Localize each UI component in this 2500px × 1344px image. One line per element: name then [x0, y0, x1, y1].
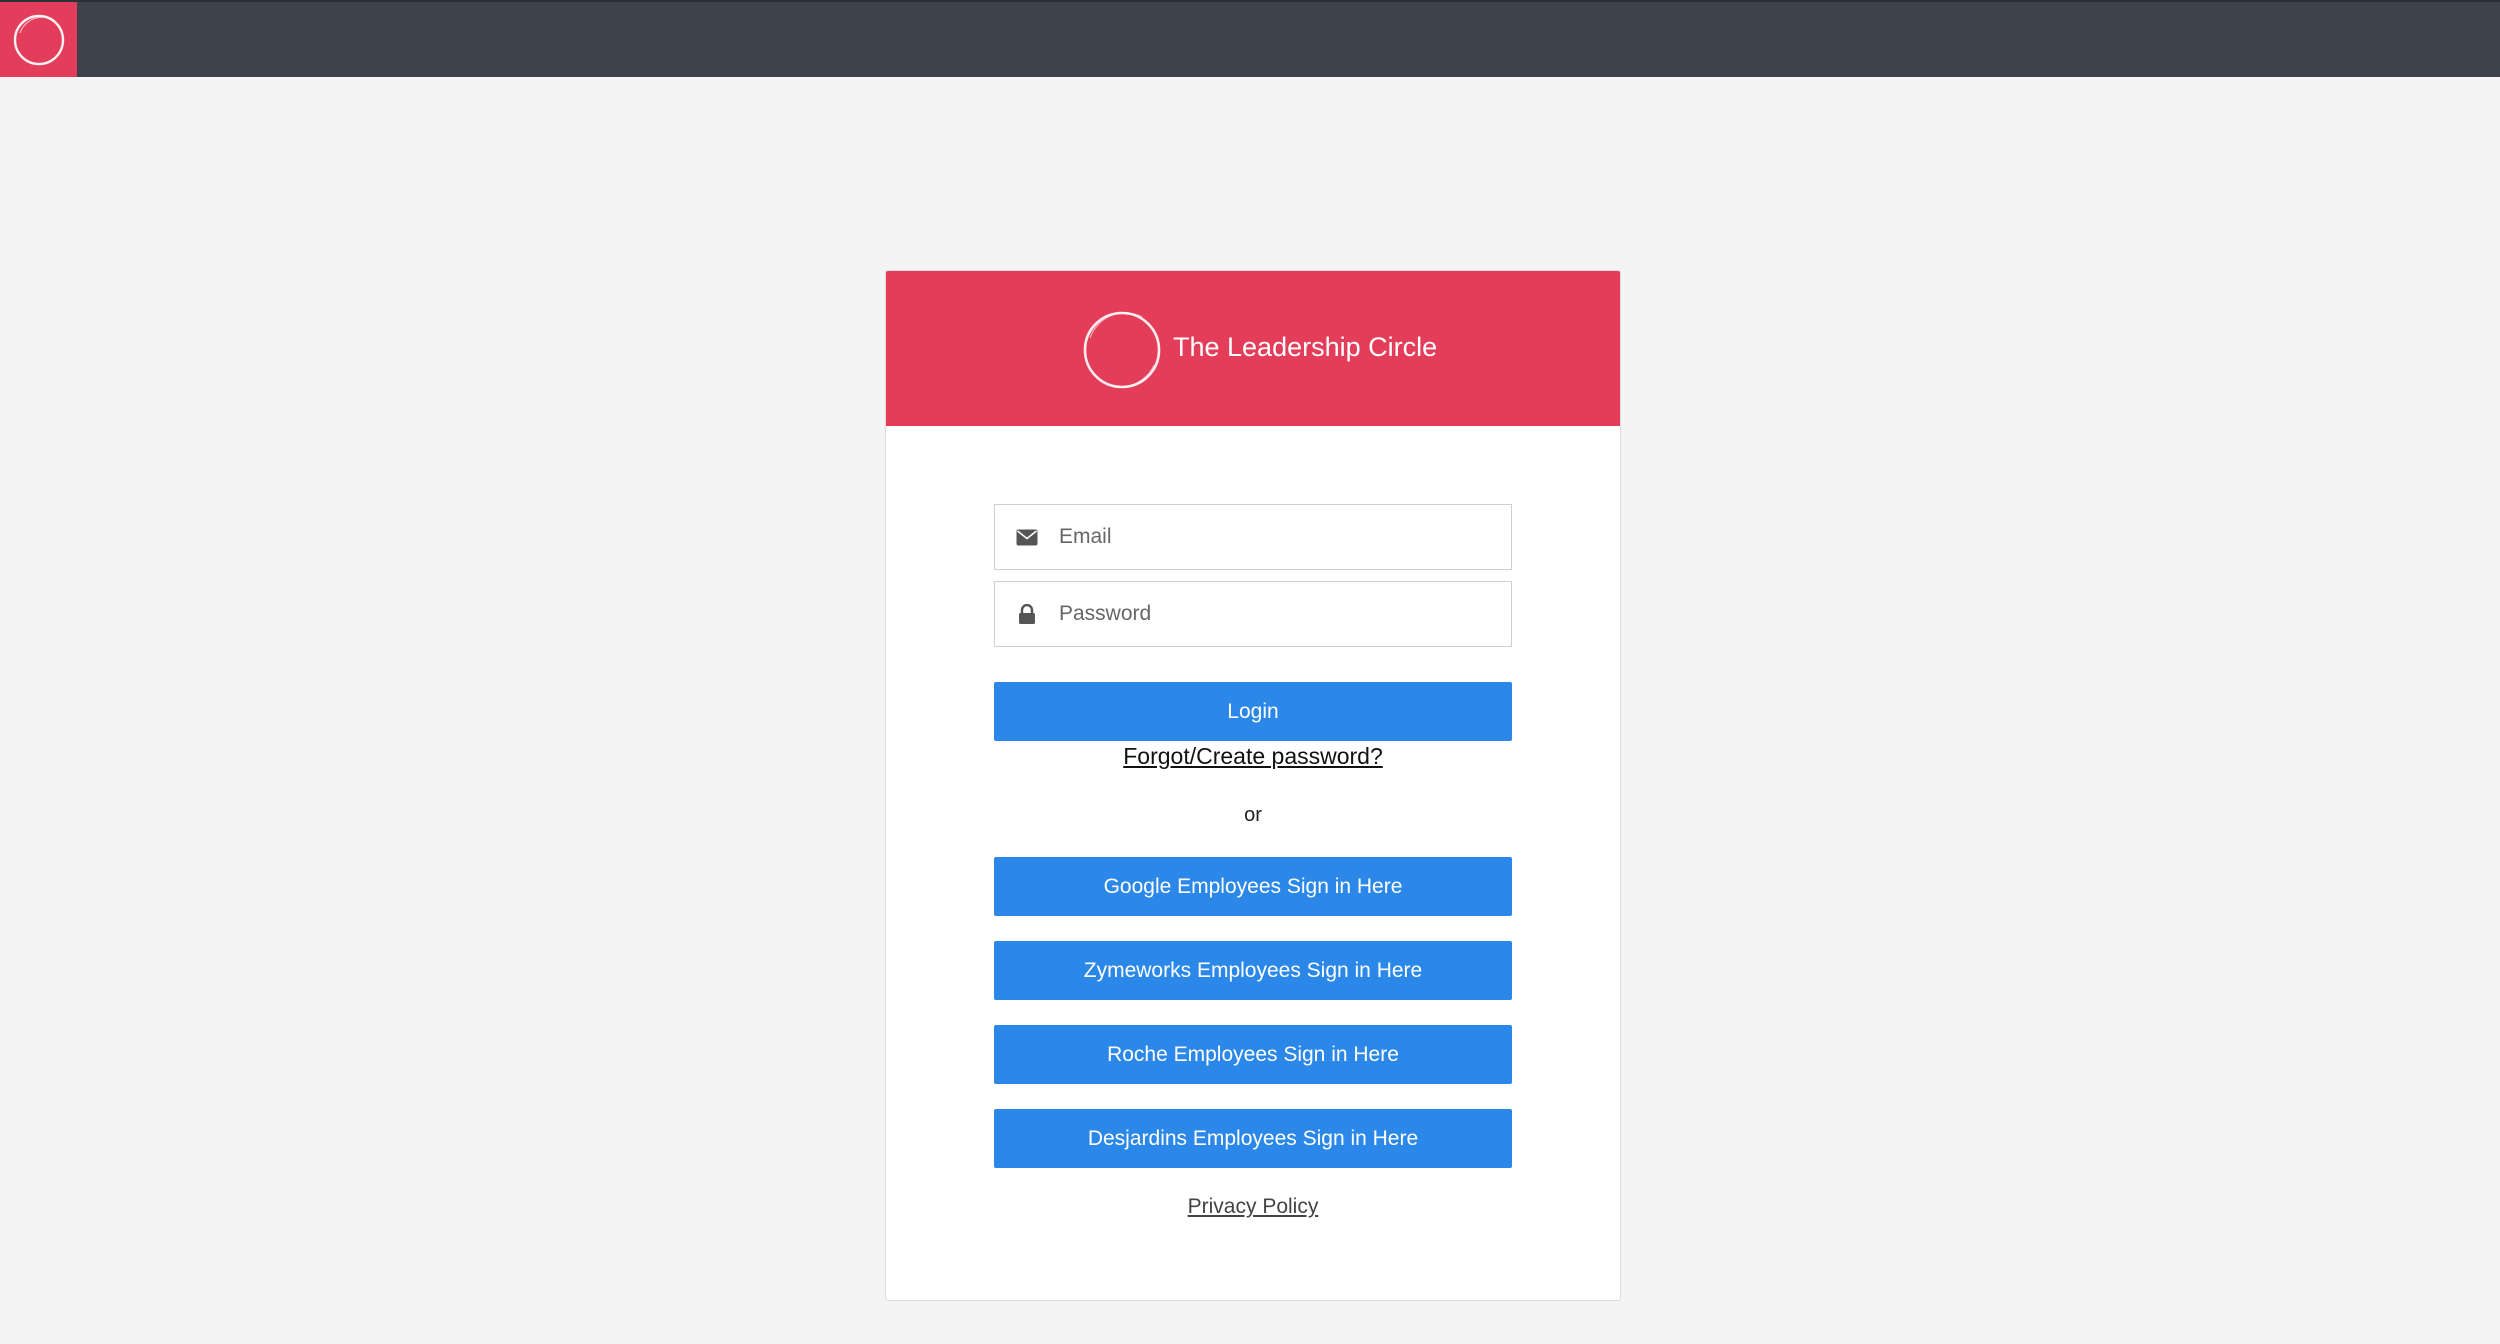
top-navbar [0, 0, 2500, 77]
circle-logo-icon [1083, 311, 1161, 389]
roche-sso-button[interactable]: Roche Employees Sign in Here [994, 1025, 1512, 1084]
circle-logo-icon [13, 14, 64, 65]
envelope-icon [995, 505, 1059, 569]
login-card: The Leadership Circle Login Forgot/Creat… [885, 270, 1621, 1301]
desjardins-sso-button[interactable]: Desjardins Employees Sign in Here [994, 1109, 1512, 1168]
password-field[interactable] [994, 581, 1512, 647]
password-input[interactable] [1059, 602, 1489, 626]
email-input[interactable] [1059, 525, 1489, 549]
forgot-password-link[interactable]: Forgot/Create password? [886, 743, 1620, 770]
login-button[interactable]: Login [994, 682, 1512, 741]
or-separator: or [1244, 804, 1262, 826]
home-logo[interactable] [0, 2, 77, 77]
email-field[interactable] [994, 504, 1512, 570]
google-sso-button[interactable]: Google Employees Sign in Here [994, 857, 1512, 916]
lock-icon [995, 582, 1059, 646]
login-card-header: The Leadership Circle [886, 271, 1620, 426]
zymeworks-sso-button[interactable]: Zymeworks Employees Sign in Here [994, 941, 1512, 1000]
brand-title: The Leadership Circle [1173, 332, 1438, 362]
privacy-policy-link[interactable]: Privacy Policy [886, 1195, 1620, 1219]
